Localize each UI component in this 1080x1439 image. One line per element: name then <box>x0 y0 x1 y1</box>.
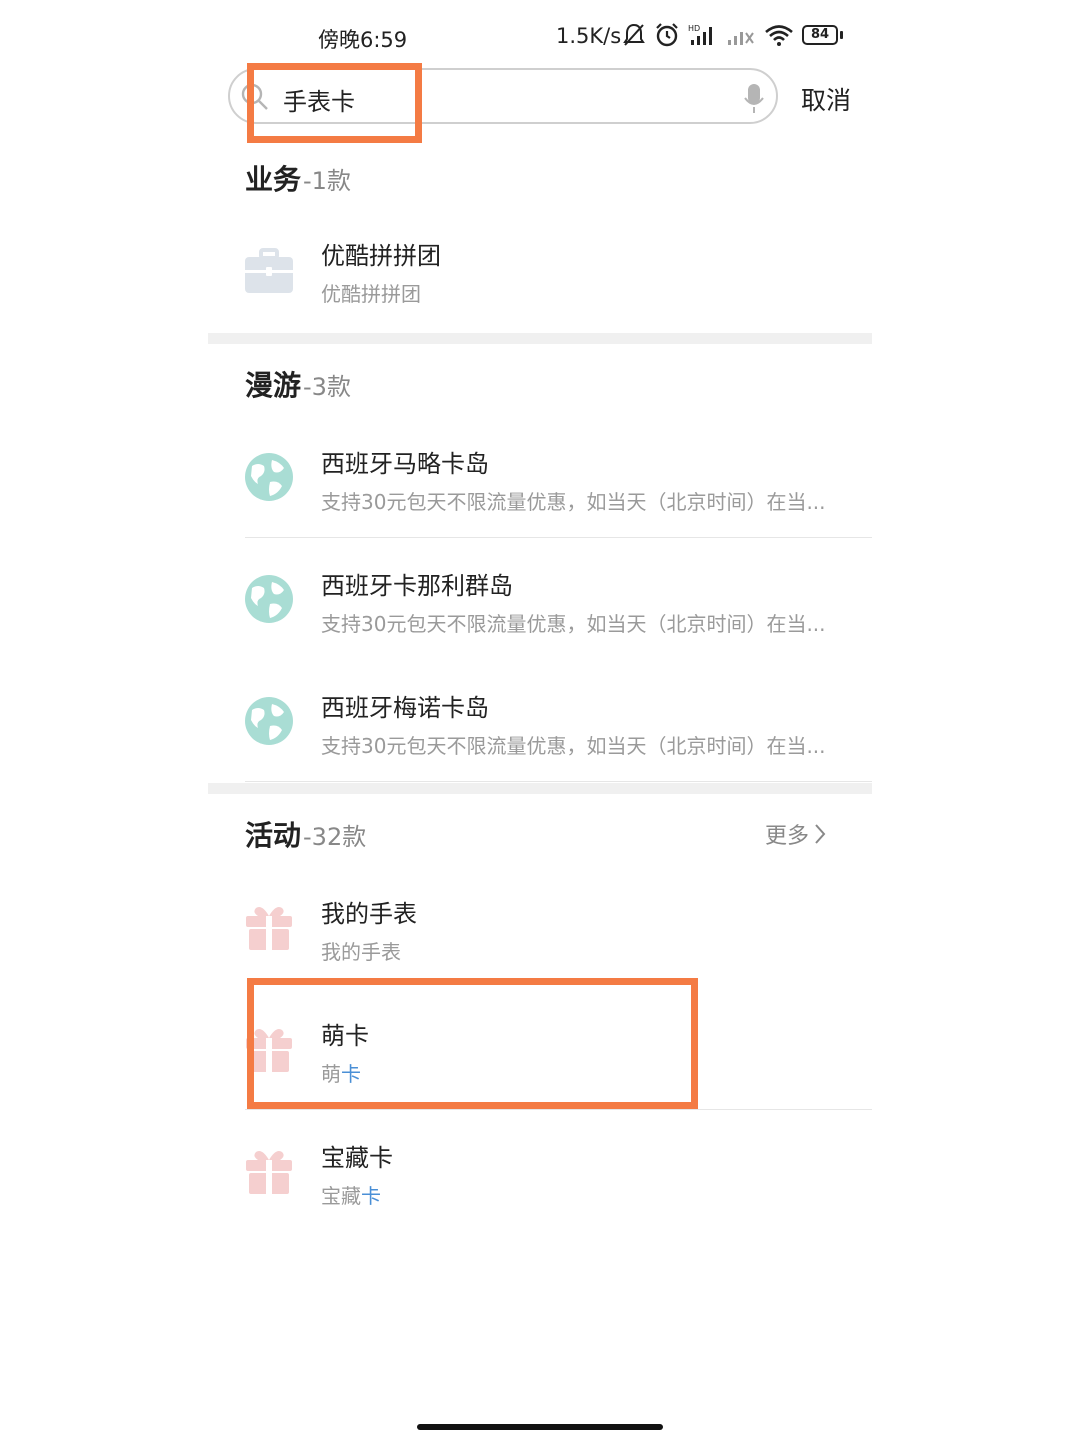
section-count: -1款 <box>303 167 351 195</box>
item-subtitle: 宝藏卡 <box>321 1180 381 1209</box>
signal-icon <box>728 32 754 45</box>
section-name: 漫游 <box>245 369 302 402</box>
item-subtitle: 支持30元包天不限流量优惠，如当天（北京时间）在当... <box>321 612 826 636</box>
item-title: 宝藏卡 <box>321 1144 393 1172</box>
list-item[interactable]: 西班牙马略卡岛 支持30元包天不限流量优惠，如当天（北京时间）在当... <box>208 430 872 537</box>
microphone-icon[interactable] <box>744 82 764 114</box>
home-indicator[interactable] <box>417 1424 663 1430</box>
divider <box>245 781 872 782</box>
more-button[interactable]: 更多 <box>765 818 827 850</box>
result-highlight-box <box>247 978 698 1109</box>
section-count: -32款 <box>303 823 367 851</box>
list-item[interactable]: 西班牙梅诺卡岛 支持30元包天不限流量优惠，如当天（北京时间）在当... <box>208 674 872 781</box>
list-item[interactable]: 优酷拼拼团 优酷拼拼团 <box>208 222 872 322</box>
subtitle-match-highlight: 卡 <box>361 1184 381 1208</box>
status-time: 傍晚6:59 <box>318 28 408 52</box>
battery-icon: 84 <box>802 25 844 45</box>
item-title: 西班牙梅诺卡岛 <box>321 694 489 722</box>
gift-icon <box>246 1151 292 1194</box>
item-title: 我的手表 <box>321 900 417 928</box>
status-icons: HD 84 <box>622 22 844 48</box>
item-title: 西班牙马略卡岛 <box>321 450 489 478</box>
item-subtitle: 我的手表 <box>321 940 401 964</box>
globe-icon <box>245 453 293 501</box>
section-count: -3款 <box>303 373 351 401</box>
hd-signal-icon: HD <box>688 24 712 45</box>
globe-icon <box>245 575 293 623</box>
cancel-button[interactable]: 取消 <box>801 81 851 117</box>
svg-text:HD: HD <box>688 24 700 33</box>
chevron-right-icon <box>815 824 826 844</box>
list-item[interactable]: 我的手表 我的手表 <box>208 880 872 980</box>
briefcase-icon <box>245 248 293 293</box>
bell-muted-icon <box>623 23 645 46</box>
section-name: 活动 <box>245 819 302 852</box>
more-label: 更多 <box>765 824 810 849</box>
divider <box>245 537 872 538</box>
item-subtitle: 支持30元包天不限流量优惠，如当天（北京时间）在当... <box>321 490 826 514</box>
search-highlight-box <box>247 63 422 143</box>
subtitle-text: 宝藏 <box>321 1184 361 1208</box>
gift-icon <box>246 907 292 950</box>
list-item[interactable]: 宝藏卡 宝藏卡 <box>208 1124 872 1224</box>
section-title-activity: 活动-32款 <box>245 814 366 854</box>
battery-level: 84 <box>810 27 830 42</box>
item-subtitle: 支持30元包天不限流量优惠，如当天（北京时间）在当... <box>321 734 826 758</box>
globe-icon <box>245 697 293 745</box>
section-title-roaming: 漫游-3款 <box>245 364 351 404</box>
network-speed: 1.5K/s <box>556 24 622 48</box>
alarm-icon <box>656 23 678 47</box>
section-title-business: 业务-1款 <box>245 158 351 198</box>
item-subtitle: 优酷拼拼团 <box>321 282 421 306</box>
wifi-icon <box>765 25 793 46</box>
list-item[interactable]: 西班牙卡那利群岛 支持30元包天不限流量优惠，如当天（北京时间）在当... <box>208 552 872 659</box>
section-name: 业务 <box>245 163 302 196</box>
section-separator <box>208 783 872 794</box>
divider <box>245 1109 872 1110</box>
section-separator <box>208 333 872 344</box>
item-title: 优酷拼拼团 <box>321 242 441 270</box>
item-title: 西班牙卡那利群岛 <box>321 572 513 600</box>
